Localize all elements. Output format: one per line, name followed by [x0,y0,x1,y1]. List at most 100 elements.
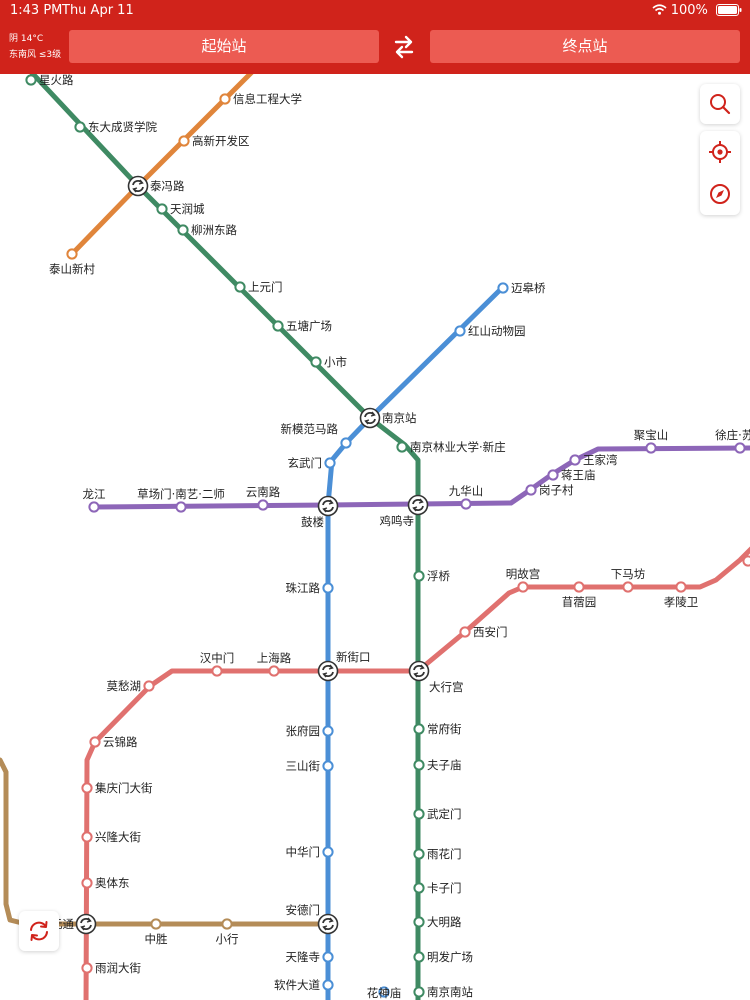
station-label: 柳洲东路 [191,223,237,237]
station-21[interactable]: 南京南站 [413,985,473,999]
station-20[interactable]: 明发广场 [413,950,473,964]
station-label: 龙江 [83,487,106,501]
station-9[interactable]: 南京站 [359,407,417,429]
station-label: 九华山 [449,484,484,498]
station-label: 浮桥 [427,569,450,583]
refresh-icon [30,921,48,941]
station-label: 南京林业大学·新庄 [410,440,506,454]
metro-map[interactable]: 星火路东大成贤学院泰冯路天润城柳洲东路上元门五塘广场小市南京站南京林业大学·新庄… [0,74,750,1000]
station-27[interactable]: 新模范马路 [281,422,352,449]
station-label: 星火路 [39,74,74,87]
station-29[interactable]: 鼓楼 [301,495,339,530]
station-label: 新模范马路 [281,422,339,436]
station-43[interactable]: 岗子村 [525,483,574,497]
station-label: 云锦路 [103,735,138,749]
station-label: 鼓楼 [301,515,324,529]
station-label: 五塘广场 [286,319,332,333]
line-brown [0,757,331,927]
station-label: 聚宝山 [634,428,669,442]
status-bar: 1:43 PM Thu Apr 11 100% [0,0,750,22]
station-62[interactable]: 雨润大街 [81,961,141,975]
station-45[interactable]: 王家湾 [569,453,618,467]
station-34[interactable]: 中华门 [286,845,334,859]
station-label: 夫子庙 [427,758,462,772]
station-32[interactable]: 张府园 [286,724,334,738]
station-label: 迈皋桥 [511,281,546,295]
station-label: 泰山新村 [49,262,95,276]
station-2[interactable]: 东大成贤学院 [74,120,157,134]
start-station-button[interactable]: 起始站 [69,30,379,63]
station-22[interactable]: 信息工程大学 [219,92,302,106]
station-59[interactable]: 兴隆大街 [81,830,141,844]
station-label: 集庆门大街 [95,781,153,795]
station-56[interactable]: 莫愁湖 [107,679,155,693]
station-36[interactable]: 天隆寺 [286,950,334,964]
header-bar: 阴 14°C 东南风 ≤3级 起始站 终点站 [0,22,750,74]
search-button[interactable] [700,84,740,124]
station-30[interactable]: 珠江路 [286,581,334,595]
station-label: 岗子村 [539,483,574,497]
station-label: 花神庙 [367,986,402,1000]
station-4[interactable]: 天润城 [156,202,205,216]
locate-icon [709,141,731,163]
station-60[interactable]: 奥体东 [81,876,130,890]
station-label: 常府街 [427,722,462,736]
compass-button[interactable] [700,173,740,215]
station-label: 新街口 [336,650,371,664]
station-label: 雨润大街 [95,961,141,975]
map-controls [700,131,740,215]
station-24[interactable]: 泰山新村 [49,248,95,276]
station-58[interactable]: 集庆门大街 [81,781,153,795]
station-33[interactable]: 三山街 [286,759,334,773]
refresh-button[interactable] [19,911,59,951]
station-19[interactable]: 大明路 [413,915,462,929]
station-25[interactable]: 迈皋桥 [497,281,546,295]
station-label: 下马坊 [611,567,646,581]
status-right: 100% [652,3,742,18]
station-label: 王家湾 [583,453,618,467]
station-label: 玄武门 [288,456,323,470]
station-1[interactable]: 星火路 [25,74,74,87]
battery-percent: 100% [670,3,708,18]
compass-icon [710,184,730,204]
station-label: 南京南站 [427,985,473,999]
station-label: 莫愁湖 [107,679,142,693]
station-label: 武定门 [427,807,462,821]
station-17[interactable]: 雨花门 [413,847,462,861]
station-15[interactable]: 夫子庙 [413,758,462,772]
station-12[interactable]: 浮桥 [413,569,450,583]
station-label: 高新开发区 [192,134,250,148]
station-53[interactable]: 西安门 [459,625,508,639]
station-label: 安德门 [286,903,321,917]
station-8[interactable]: 小市 [310,355,347,369]
station-44[interactable]: 蒋王庙 [547,468,596,482]
station-label: 大明路 [427,915,462,929]
station-37[interactable]: 软件大道 [274,978,334,992]
station-10[interactable]: 南京林业大学·新庄 [396,440,506,454]
station-3[interactable]: 泰冯路 [127,175,185,197]
battery-icon [716,4,742,16]
weather-wind: 东南风 ≤3级 [9,50,62,60]
station-label: 中华门 [286,845,321,859]
station-label: 东大成贤学院 [88,120,157,134]
status-time: 1:43 PM [10,3,63,18]
station-label: 雨花门 [427,847,462,861]
station-label: 卡子门 [427,881,462,895]
station-18[interactable]: 卡子门 [413,881,462,895]
end-station-button[interactable]: 终点站 [430,30,740,63]
locate-button[interactable] [700,131,740,173]
weather-temp: 阴 14°C [9,34,44,44]
station-57[interactable]: 云锦路 [89,735,138,749]
station-14[interactable]: 常府街 [413,722,462,736]
station-6[interactable]: 上元门 [234,280,283,294]
station-label: 天隆寺 [286,950,321,964]
swap-icon[interactable] [393,34,415,60]
station-label: 南京站 [382,411,417,425]
wifi-icon [652,4,667,15]
station-38[interactable]: 花神庙 [367,986,402,1000]
station-label: 上海路 [257,651,292,665]
station-16[interactable]: 武定门 [413,807,462,821]
station-label: 泰冯路 [150,179,185,193]
station-28[interactable]: 玄武门 [288,456,336,470]
station-label: 西安门 [473,625,508,639]
